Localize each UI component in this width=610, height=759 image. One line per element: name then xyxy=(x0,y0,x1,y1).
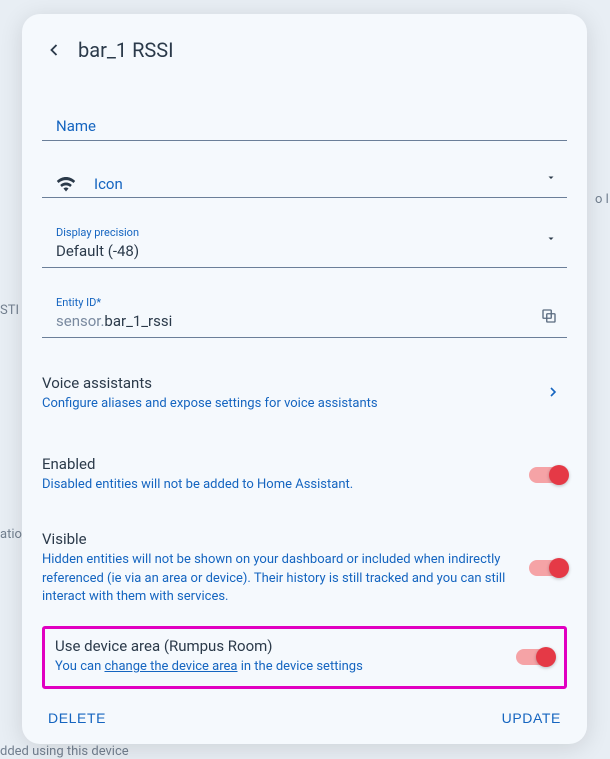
chevron-left-icon xyxy=(44,40,64,60)
back-button[interactable] xyxy=(36,32,72,68)
toggle-thumb xyxy=(549,465,569,485)
entity-id-prefix: sensor. xyxy=(56,312,104,330)
bg-hint: STI xyxy=(0,303,19,318)
use-device-area-row: Use device area (Rumpus Room) You can ch… xyxy=(42,626,567,689)
dialog-body: Name Icon Display precision Default (-48… xyxy=(22,80,587,696)
voice-assistants-desc: Configure aliases and expose settings fo… xyxy=(42,395,535,413)
use-device-area-title: Use device area (Rumpus Room) xyxy=(55,637,506,655)
enabled-row: Enabled Disabled entities will not be ad… xyxy=(42,441,567,504)
voice-assistants-row[interactable]: Voice assistants Configure aliases and e… xyxy=(42,360,567,423)
name-label: Name xyxy=(42,108,567,138)
toggle-thumb xyxy=(549,558,569,578)
icon-label: Icon xyxy=(94,175,559,193)
device-area-desc-post: in the device settings xyxy=(238,659,363,674)
bg-hint: atio xyxy=(0,527,22,542)
visible-desc: Hidden entities will not be shown on you… xyxy=(42,551,519,606)
delete-button[interactable]: DELETE xyxy=(48,710,106,726)
bg-hint: o l xyxy=(595,192,609,207)
change-device-area-link[interactable]: change the device area xyxy=(104,659,237,674)
name-field[interactable]: Name xyxy=(42,98,567,141)
display-precision-field[interactable]: Display precision Default (-48) xyxy=(42,216,567,268)
enabled-title: Enabled xyxy=(42,455,519,473)
toggle-thumb xyxy=(536,647,556,667)
dropdown-caret-icon xyxy=(545,229,557,248)
visible-title: Visible xyxy=(42,530,519,548)
visible-toggle[interactable] xyxy=(529,558,567,578)
update-button[interactable]: UPDATE xyxy=(502,710,561,726)
copy-icon xyxy=(540,307,558,325)
page-title: bar_1 RSSI xyxy=(78,38,174,62)
visible-row: Visible Hidden entities will not be show… xyxy=(42,516,567,616)
copy-entity-id-button[interactable] xyxy=(531,298,567,334)
wifi-icon xyxy=(56,176,76,192)
dialog-header: bar_1 RSSI xyxy=(22,14,587,80)
display-precision-label: Display precision xyxy=(42,226,567,239)
use-device-area-desc: You can change the device area in the de… xyxy=(55,658,506,676)
use-device-area-toggle[interactable] xyxy=(516,647,554,667)
entity-id-value: bar_1_rssi xyxy=(104,312,172,330)
chevron-right-icon xyxy=(545,384,567,404)
enabled-toggle[interactable] xyxy=(529,465,567,485)
device-area-desc-pre: You can xyxy=(55,659,104,674)
enabled-desc: Disabled entities will not be added to H… xyxy=(42,476,519,494)
dropdown-caret-icon xyxy=(545,169,557,188)
entity-id-field[interactable]: Entity ID* sensor.bar_1_rssi xyxy=(42,286,567,338)
voice-assistants-title: Voice assistants xyxy=(42,374,535,392)
display-precision-value: Default (-48) xyxy=(42,239,567,265)
entity-settings-dialog: bar_1 RSSI Name Icon Display precision D… xyxy=(22,14,587,744)
icon-field[interactable]: Icon xyxy=(42,159,567,198)
dialog-footer: DELETE UPDATE xyxy=(22,696,587,744)
entity-id-label: Entity ID* xyxy=(42,296,531,309)
